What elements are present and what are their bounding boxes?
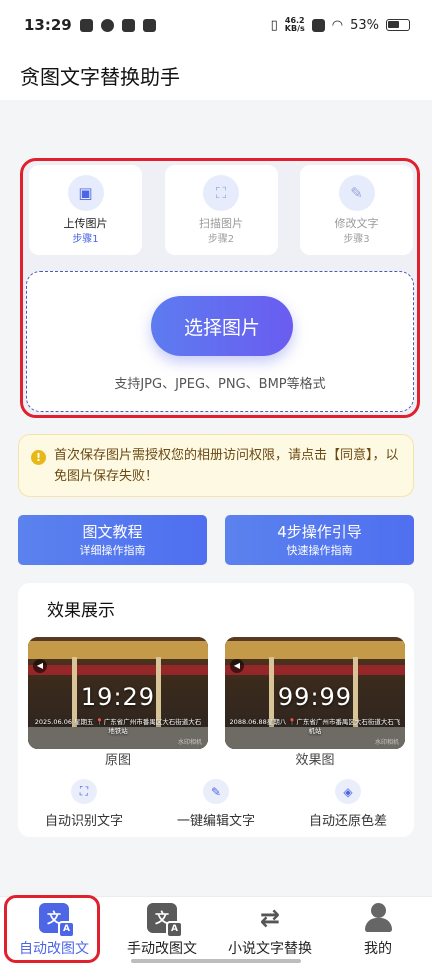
tab-auto-edit[interactable]: 文 A 自动改图文 [0, 897, 108, 964]
tab-label: 小说文字替换 [228, 941, 312, 957]
effect-showcase: 效果展示 ◀ 19:29 2025.06.06 星期五 📍广东省广州市番禺区大石… [18, 583, 414, 837]
feature-auto-recognize: ⛶ 自动识别文字 [18, 779, 150, 829]
app-title: 贪图文字替换助手 [20, 64, 180, 89]
guide-title: 图文教程 [82, 523, 143, 541]
photo-watermark: 水印相机 [374, 739, 399, 746]
step-label: 修改文字 [334, 217, 379, 230]
tab-label: 我的 [364, 941, 392, 957]
mail-icon [121, 18, 135, 32]
back-arrow-icon: ◀ [33, 659, 47, 673]
step-edit: ✎ 修改文字 步骤3 [300, 165, 413, 255]
permission-notice: ! 首次保存图片需授权您的相册访问权限，请点击【同意】，以免图片保存失败！ [18, 434, 414, 497]
app-header: 贪图文字替换助手 [0, 50, 432, 100]
no-sim-icon [311, 18, 325, 32]
feature-label: 一键编辑文字 [176, 814, 255, 829]
step-number: 步骤3 [343, 234, 370, 245]
notification-app-icon [79, 18, 93, 32]
battery-icon [386, 19, 410, 31]
back-arrow-icon: ◀ [230, 659, 244, 673]
tab-mine[interactable]: 我的 [324, 897, 432, 964]
result-label: 效果图 [295, 753, 335, 768]
play-icon [142, 18, 156, 32]
tutorial-button[interactable]: 图文教程 详细操作指南 [18, 515, 207, 565]
guide-subtitle: 详细操作指南 [79, 544, 146, 557]
notice-text: 首次保存图片需授权您的相册访问权限，请点击【同意】，以免图片保存失败！ [54, 448, 399, 484]
supported-formats: 支持JPG、JPEG、PNG、BMP等格式 [114, 377, 326, 392]
home-indicator [131, 959, 301, 963]
step-label: 扫描图片 [199, 217, 243, 230]
status-bar: 13:29 ▯ 46.2 KB/s ◠ 53% [0, 0, 432, 50]
notification-app-icon [100, 18, 114, 32]
feature-color-restore: ◈ 自动还原色差 [282, 779, 414, 829]
image-icon: ▣ [67, 175, 104, 211]
wifi-icon: ◠ [331, 17, 344, 33]
step-label: 上传图片 [63, 217, 108, 230]
photo-time: 19:29 [80, 683, 156, 711]
tab-label: 自动改图文 [19, 941, 89, 957]
auto-edit-icon: 文 A [39, 903, 75, 938]
user-icon [363, 903, 393, 933]
net-speed: 46.2 KB/s [284, 16, 305, 33]
tab-label: 手动改图文 [127, 941, 197, 957]
guide-title: 4步操作引导 [277, 523, 362, 541]
guide-buttons: 图文教程 详细操作指南 4步操作引导 快速操作指南 [18, 515, 414, 565]
feature-label: 自动识别文字 [44, 814, 123, 829]
manual-edit-icon: 文 A [147, 903, 183, 938]
warning-icon: ! [31, 450, 46, 465]
edit-icon: ✎ [203, 779, 229, 804]
original-photo[interactable]: ◀ 19:29 2025.06.06 星期五 📍广东省广州市番禺区大石街道大石地… [28, 637, 208, 749]
photo-time: 99:99 [277, 683, 353, 711]
tab-novel-replace[interactable]: ⇄ 小说文字替换 [216, 897, 324, 964]
image-drop-zone[interactable]: 选择图片 支持JPG、JPEG、PNG、BMP等格式 [26, 271, 414, 412]
tab-manual-edit[interactable]: 文 A 手动改图文 [108, 897, 216, 964]
result-photo[interactable]: ◀ 99:99 2088.06.88星期八 📍广东省广州市番禺区大石街道大石飞机… [225, 637, 405, 749]
status-time: 13:29 [24, 16, 72, 34]
scan-text-icon: ⛶ [71, 779, 97, 804]
swap-icon: ⇄ [259, 904, 281, 932]
photo-watermark: 水印相机 [177, 739, 202, 746]
photo-location: 2025.06.06 星期五 📍广东省广州市番禺区大石街道大石地铁站 [34, 718, 202, 735]
vibrate-icon: ▯ [270, 17, 278, 33]
original-label: 原图 [104, 753, 131, 768]
feature-label: 自动还原色差 [308, 814, 387, 829]
effect-title: 效果展示 [47, 601, 115, 621]
bottom-tabbar: 文 A 自动改图文 文 A 手动改图文 ⇄ 小说文字替换 我的 [0, 896, 432, 964]
scan-icon: ⛶ [203, 175, 239, 211]
guide-subtitle: 快速操作指南 [286, 544, 353, 557]
battery-percent: 53% [350, 17, 379, 33]
step-list: ▣ 上传图片 步骤1 ⛶ 扫描图片 步骤2 ✎ 修改文字 步骤3 [29, 165, 413, 257]
color-fill-icon: ◈ [335, 779, 361, 804]
upload-card: ▣ 上传图片 步骤1 ⛶ 扫描图片 步骤2 ✎ 修改文字 步骤3 选择图片 支持… [20, 158, 420, 418]
step-scan: ⛶ 扫描图片 步骤2 [164, 165, 278, 255]
feature-one-click-edit: ✎ 一键编辑文字 [150, 779, 282, 829]
feature-list: ⛶ 自动识别文字 ✎ 一键编辑文字 ◈ 自动还原色差 [18, 779, 414, 829]
pencil-icon: ✎ [338, 175, 375, 211]
step-number: 步骤1 [72, 234, 99, 245]
step-number: 步骤2 [207, 234, 235, 245]
choose-image-button[interactable]: 选择图片 [151, 296, 293, 356]
quick-guide-button[interactable]: 4步操作引导 快速操作指南 [225, 515, 414, 565]
photo-location: 2088.06.88星期八 📍广东省广州市番禺区大石街道大石飞机站 [229, 718, 401, 735]
step-upload: ▣ 上传图片 步骤1 [29, 165, 142, 255]
